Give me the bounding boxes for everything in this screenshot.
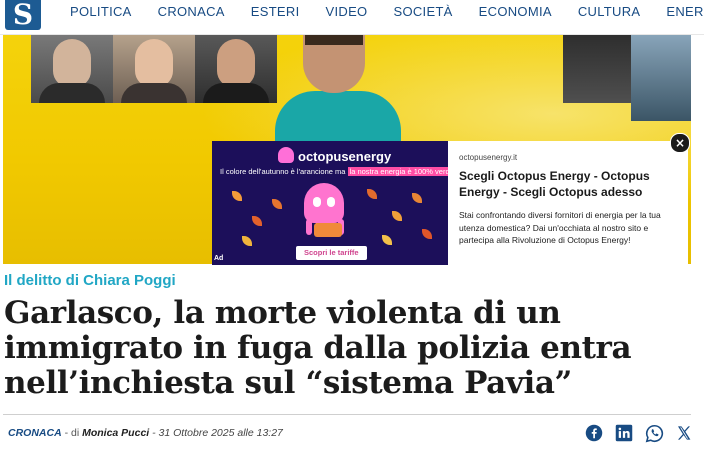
- leaf-icon: [242, 236, 252, 246]
- x-icon[interactable]: [674, 424, 694, 442]
- leaf-icon: [367, 189, 377, 199]
- hero-person: [275, 33, 401, 151]
- nav-item-societa[interactable]: SOCIETÀ: [393, 4, 452, 22]
- leaf-icon: [382, 235, 392, 245]
- nav-item-cultura[interactable]: CULTURA: [578, 4, 641, 22]
- ad-headline[interactable]: Scegli Octopus Energy - Octopus Energy -…: [459, 168, 681, 200]
- ad-image[interactable]: octopusenergy Il colore dell'autunno è l…: [212, 141, 448, 265]
- leaf-icon: [232, 191, 242, 201]
- hero-portraits: [31, 33, 277, 103]
- nav-menu: POLITICA CRONACA ESTERI VIDEO SOCIETÀ EC…: [70, 4, 704, 22]
- nav-item-cronaca[interactable]: CRONACA: [158, 4, 225, 22]
- ad-domain[interactable]: octopusenergy.it: [459, 153, 681, 162]
- facebook-icon[interactable]: [584, 424, 604, 442]
- ad-close-button[interactable]: ×: [670, 133, 690, 153]
- site-logo[interactable]: S: [5, 0, 41, 30]
- nav-item-video[interactable]: VIDEO: [326, 4, 368, 22]
- whatsapp-icon[interactable]: [644, 424, 664, 442]
- portrait-3: [195, 33, 277, 103]
- octopus-mascot-icon: [304, 183, 344, 223]
- byline-section-link[interactable]: CRONACA: [8, 427, 62, 439]
- ad-text[interactable]: octopusenergy.it Scegli Octopus Energy -…: [459, 153, 681, 247]
- top-nav: S POLITICA CRONACA ESTERI VIDEO SOCIETÀ …: [0, 0, 704, 35]
- knitting-icon: [314, 223, 342, 237]
- divider: [3, 414, 691, 415]
- leaf-icon: [392, 211, 402, 221]
- nav-item-energia[interactable]: ENERGIA: [666, 4, 704, 22]
- leaf-icon: [422, 229, 432, 239]
- nav-item-esteri[interactable]: ESTERI: [251, 4, 300, 22]
- nav-item-politica[interactable]: POLITICA: [70, 4, 132, 22]
- octopus-logo-icon: [278, 147, 294, 163]
- byline-date: 31 Ottobre 2025 alle 13:27: [158, 427, 283, 439]
- leaf-icon: [272, 199, 282, 209]
- ad-description[interactable]: Stai confrontando diversi fornitori di e…: [459, 209, 681, 247]
- leaf-icon: [412, 193, 422, 203]
- ad-tagline: Il colore dell'autunno è l'arancione ma …: [220, 167, 448, 176]
- article-kicker[interactable]: Il delitto di Chiara Poggi: [4, 272, 176, 289]
- ad-brand-name: octopusenergy: [298, 149, 392, 164]
- article-headline: Garlasco, la morte violenta di un immigr…: [4, 295, 632, 401]
- portrait-1: [31, 33, 113, 103]
- ad-label: Ad: [214, 255, 224, 262]
- article-byline: CRONACA - di Monica Pucci - 31 Ottobre 2…: [8, 427, 283, 439]
- linkedin-icon[interactable]: [614, 424, 634, 442]
- ad-banner[interactable]: octopusenergy Il colore dell'autunno è l…: [212, 141, 688, 265]
- byline-author[interactable]: Monica Pucci: [82, 427, 149, 439]
- nav-item-economia[interactable]: ECONOMIA: [479, 4, 552, 22]
- portrait-2: [113, 33, 195, 103]
- leaf-icon: [252, 216, 262, 226]
- share-bar: [584, 424, 694, 442]
- hero-vehicle-window: [631, 33, 691, 121]
- ad-cta-button[interactable]: Scopri le tariffe: [296, 246, 367, 260]
